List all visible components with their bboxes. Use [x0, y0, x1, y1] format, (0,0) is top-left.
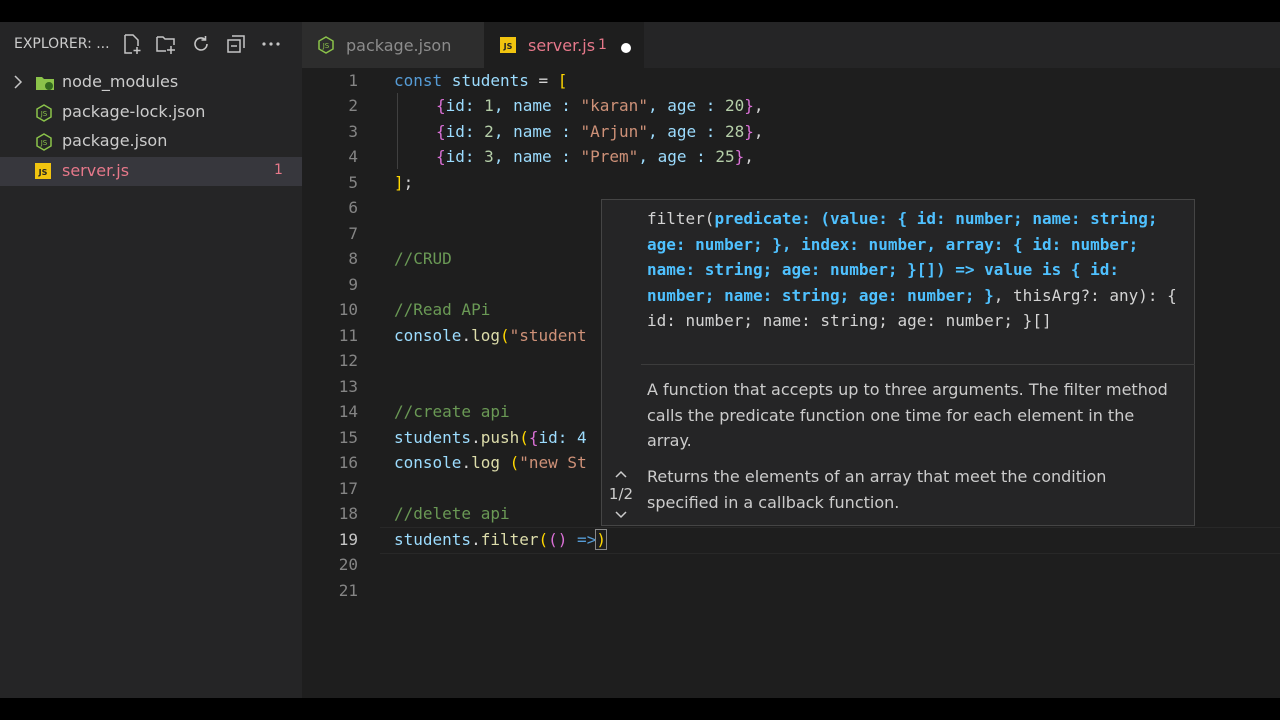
code-line-3: {id: 2, name : "Arjun", age : 28}, [436, 122, 764, 141]
tree-item-server-js[interactable]: JS server.js 1 [0, 157, 302, 186]
nodejs-icon: JS [35, 133, 53, 151]
svg-text:JS: JS [38, 168, 48, 177]
js-file-icon: JS [500, 37, 516, 57]
line-number: 14 [338, 402, 358, 421]
code-line-10: //Read APi [394, 300, 491, 319]
tab-server-js[interactable]: JS server.js 1 [484, 22, 644, 68]
hover-separator [641, 364, 1195, 365]
code-line-15: students.push({id: 4 [394, 428, 587, 447]
problem-count: 1 [598, 37, 607, 53]
code-line-1: const students = [ [394, 71, 568, 90]
code-line-18: //delete api [394, 504, 510, 523]
indent-guide [397, 93, 398, 169]
js-file-icon: JS [35, 163, 53, 181]
line-number: 15 [338, 428, 358, 447]
hover-returns: Returns the elements of an array that me… [647, 467, 1107, 512]
line-number: 2 [348, 96, 358, 115]
chevron-down-icon[interactable] [614, 507, 628, 525]
code-line-11: console.log("student [394, 326, 587, 345]
problem-count-badge: 1 [274, 162, 283, 178]
tab-label: package.json [346, 36, 452, 55]
tree-item-package-json[interactable]: JS package.json [0, 127, 302, 156]
tree-item-package-lock-json[interactable]: JS package-lock.json [0, 98, 302, 127]
svg-text:JS: JS [40, 110, 48, 118]
line-number: 5 [348, 173, 358, 192]
line-number: 11 [338, 326, 358, 345]
collapse-all-icon[interactable] [225, 33, 247, 55]
line-number: 18 [338, 504, 358, 523]
new-folder-icon[interactable] [155, 33, 177, 55]
line-number: 12 [338, 351, 358, 370]
signature-text: filter(predicate: (value: { id: number; … [647, 209, 1177, 330]
nodejs-icon: JS [317, 36, 335, 58]
chevron-up-icon[interactable] [614, 466, 628, 484]
tree-item-label: node_modules [62, 72, 179, 91]
line-number: 9 [348, 275, 358, 294]
tree-item-label: server.js [62, 161, 130, 180]
line-number: 6 [348, 198, 358, 217]
more-icon[interactable] [260, 33, 282, 55]
line-number: 20 [338, 555, 358, 574]
line-number: 10 [338, 300, 358, 319]
line-number-active: 19 [338, 530, 358, 549]
line-number: 7 [348, 224, 358, 243]
overload-navigator: 1/2 [603, 466, 639, 522]
tab-label: server.js [528, 36, 596, 55]
overload-counter: 1/2 [608, 485, 634, 503]
line-number: 8 [348, 249, 358, 268]
refresh-icon[interactable] [190, 33, 212, 55]
code-line-19[interactable]: students.filter(() =>) [394, 527, 607, 552]
explorer-title: EXPLORER: ... [14, 36, 110, 52]
code-line-14: //create api [394, 402, 510, 421]
line-number: 13 [338, 377, 358, 396]
line-number: 21 [338, 581, 358, 600]
line-number: 3 [348, 122, 358, 141]
line-number: 4 [348, 147, 358, 166]
svg-text:JS: JS [40, 139, 48, 147]
nodejs-icon: JS [35, 104, 53, 122]
bottom-letterbox [0, 698, 1280, 720]
line-number: 16 [338, 453, 358, 472]
code-line-5: ]; [394, 173, 414, 192]
folder-icon [35, 74, 54, 92]
modified-dot-icon[interactable] [620, 39, 632, 58]
code-line-16: console.log ("new St [394, 453, 587, 472]
code-line-4: {id: 3, name : "Prem", age : 25}, [436, 147, 754, 166]
new-file-icon[interactable] [121, 33, 143, 55]
svg-text:JS: JS [322, 42, 330, 50]
tree-item-label: package.json [62, 131, 168, 150]
tab-package-json[interactable]: JS package.json [302, 22, 484, 68]
line-number: 17 [338, 479, 358, 498]
svg-text:JS: JS [503, 42, 513, 51]
code-line-8: //CRUD [394, 249, 452, 268]
tree-item-node-modules[interactable]: node_modules [0, 68, 302, 97]
line-number: 1 [348, 71, 358, 90]
chevron-right-icon [10, 74, 26, 94]
hover-documentation: A function that accepts up to three argu… [647, 380, 1168, 450]
tree-item-label: package-lock.json [62, 102, 206, 121]
code-line-2: {id: 1, name : "karan", age : 20}, [436, 96, 764, 115]
